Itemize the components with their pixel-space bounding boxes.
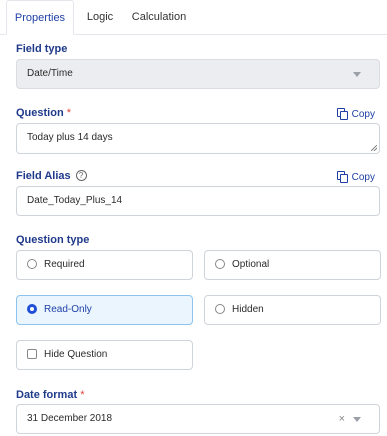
copy-icon bbox=[336, 108, 348, 120]
option-read-only-label: Read-Only bbox=[44, 304, 92, 315]
question-label: Question * bbox=[16, 107, 71, 119]
help-icon[interactable]: ? bbox=[75, 170, 87, 181]
question-copy-button[interactable]: Copy bbox=[336, 108, 375, 120]
question-label-text: Question bbox=[16, 107, 64, 119]
question-copy-label: Copy bbox=[351, 109, 375, 120]
date-format-label-text: Date format bbox=[16, 389, 78, 401]
date-format-select[interactable]: 31 December 2018 × bbox=[16, 404, 380, 434]
field-alias-label: Field Alias? bbox=[16, 170, 87, 182]
field-alias-value: Date_Today_Plus_14 bbox=[27, 195, 123, 206]
hide-question-checkbox[interactable]: Hide Question bbox=[16, 340, 193, 370]
option-read-only[interactable]: Read-Only bbox=[16, 295, 193, 325]
resize-handle-icon[interactable] bbox=[371, 145, 377, 151]
chevron-down-icon bbox=[353, 72, 361, 77]
tab-bar: Properties Logic Calculation bbox=[0, 0, 387, 35]
option-optional-label: Optional bbox=[232, 259, 270, 270]
required-asterisk: * bbox=[80, 389, 85, 401]
field-alias-label-text: Field Alias bbox=[16, 170, 71, 182]
date-format-label: Date format * bbox=[16, 389, 84, 401]
option-required[interactable]: Required bbox=[16, 250, 193, 280]
question-type-label: Question type bbox=[16, 234, 90, 246]
question-textarea[interactable]: Today plus 14 days bbox=[16, 123, 380, 154]
radio-icon bbox=[27, 259, 37, 269]
tab-properties[interactable]: Properties bbox=[6, 0, 74, 35]
option-required-label: Required bbox=[44, 259, 85, 270]
chevron-down-icon[interactable] bbox=[353, 417, 361, 422]
field-type-value: Date/Time bbox=[27, 68, 73, 79]
radio-icon bbox=[215, 259, 225, 269]
field-type-label: Field type bbox=[16, 43, 68, 55]
option-hidden-label: Hidden bbox=[232, 304, 264, 315]
required-asterisk: * bbox=[66, 107, 72, 119]
field-type-select: Date/Time bbox=[16, 59, 380, 89]
field-alias-copy-label: Copy bbox=[351, 172, 375, 183]
date-format-value: 31 December 2018 bbox=[27, 413, 113, 424]
radio-icon bbox=[215, 304, 225, 314]
field-alias-input[interactable]: Date_Today_Plus_14 bbox=[16, 186, 380, 216]
question-value: Today plus 14 days bbox=[27, 132, 113, 143]
hide-question-label: Hide Question bbox=[44, 349, 108, 360]
radio-selected-icon bbox=[27, 304, 37, 314]
option-hidden[interactable]: Hidden bbox=[204, 295, 381, 325]
clear-icon[interactable]: × bbox=[339, 405, 345, 433]
option-optional[interactable]: Optional bbox=[204, 250, 381, 280]
tab-logic[interactable]: Logic bbox=[78, 0, 122, 33]
checkbox-icon bbox=[27, 349, 37, 359]
copy-icon bbox=[336, 171, 348, 183]
tab-calculation[interactable]: Calculation bbox=[124, 0, 194, 33]
field-alias-copy-button[interactable]: Copy bbox=[336, 171, 375, 183]
